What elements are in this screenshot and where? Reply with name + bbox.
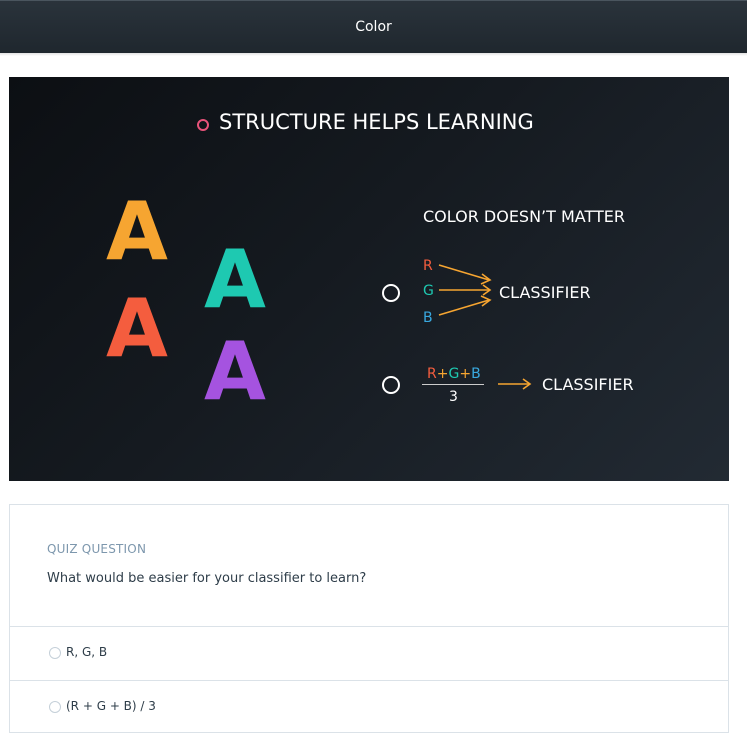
classifier-label-1: CLASSIFIER — [499, 283, 591, 302]
slide-heading: STRUCTURE HELPS LEARNING — [219, 110, 534, 134]
numerator-b: B — [471, 366, 481, 382]
bullet-icon — [197, 119, 209, 131]
quiz-option-label: (R + G + B) / 3 — [66, 699, 156, 713]
quiz-card: QUIZ QUESTION What would be easier for y… — [9, 504, 729, 733]
top-bar-shadow — [0, 53, 747, 56]
radio-circle-icon — [382, 284, 400, 302]
letter-a-orange: A — [106, 185, 168, 278]
top-bar: Color — [0, 0, 747, 53]
fraction-numerator: R+G+B — [427, 366, 481, 382]
page-title: Color — [355, 19, 392, 35]
slide-subheading: COLOR DOESN’T MATTER — [423, 207, 625, 226]
fraction-denominator: 3 — [449, 389, 458, 405]
channel-g-label: G — [423, 283, 434, 299]
quiz-label: QUIZ QUESTION — [47, 542, 147, 556]
fraction-line — [422, 384, 484, 385]
channel-r-label: R — [423, 258, 433, 274]
radio-circle-icon — [382, 376, 400, 394]
radio-button-icon[interactable] — [49, 647, 61, 659]
lecture-slide: STRUCTURE HELPS LEARNING A A A A COLOR D… — [9, 77, 729, 481]
arrow-right-icon — [498, 378, 532, 390]
channel-b-label: B — [423, 310, 433, 326]
letter-a-teal: A — [204, 233, 266, 326]
radio-button-icon[interactable] — [49, 701, 61, 713]
quiz-option-average[interactable]: (R + G + B) / 3 — [10, 680, 728, 735]
numerator-r: R — [427, 366, 437, 382]
quiz-question: What would be easier for your classifier… — [47, 571, 367, 586]
arrows-icon — [438, 264, 492, 316]
numerator-plus: + — [436, 366, 449, 382]
letter-a-purple: A — [204, 325, 266, 418]
classifier-label-2: CLASSIFIER — [542, 375, 634, 394]
numerator-g: G — [448, 366, 460, 382]
quiz-option-rgb[interactable]: R, G, B — [10, 626, 728, 681]
numerator-plus: + — [459, 366, 472, 382]
quiz-option-label: R, G, B — [66, 645, 108, 659]
letter-a-red: A — [106, 282, 168, 375]
